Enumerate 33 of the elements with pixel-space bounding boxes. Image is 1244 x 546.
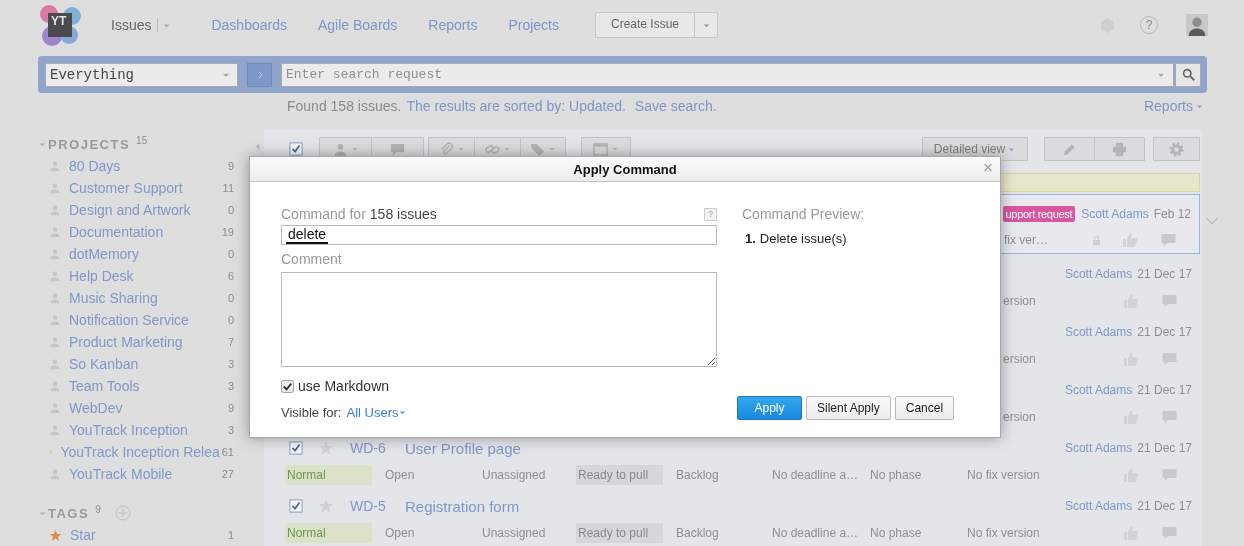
issue-date: Feb 12 bbox=[1153, 207, 1191, 221]
issue-count: 61 bbox=[220, 446, 234, 458]
field-label: Visible for: bbox=[281, 404, 342, 420]
issue-count: 0 bbox=[226, 248, 234, 260]
issue-date: 21 Dec 17 bbox=[1137, 441, 1192, 455]
list-number: 1. bbox=[745, 231, 756, 246]
issue-date: 21 Dec 17 bbox=[1137, 325, 1192, 339]
preview-item: Delete issue(s) bbox=[759, 231, 847, 246]
issue-count: 0 bbox=[226, 204, 234, 216]
dialog-title: Apply Command bbox=[573, 161, 677, 177]
issue-count: 158 issues bbox=[369, 206, 437, 222]
section-count: 15 bbox=[136, 135, 148, 146]
result-count: Found 158 issues. bbox=[287, 98, 402, 114]
issue-count: 19 bbox=[220, 226, 234, 238]
issue-count: 0 bbox=[226, 292, 234, 304]
section-count: 9 bbox=[95, 504, 101, 515]
issue-count: 11 bbox=[221, 182, 234, 194]
issue-count: 3 bbox=[226, 358, 234, 370]
preview-title: Command Preview: bbox=[742, 206, 866, 222]
issue-count: 1 bbox=[226, 529, 234, 541]
issue-count: 6 bbox=[226, 270, 234, 282]
field-label: Comment bbox=[281, 251, 343, 267]
field-label: Command for bbox=[281, 206, 366, 222]
issue-date: 21 Dec 17 bbox=[1137, 267, 1192, 281]
issue-count: 7 bbox=[226, 336, 234, 348]
issue-count: 3 bbox=[226, 380, 234, 392]
issue-count: 27 bbox=[220, 468, 234, 480]
issue-count: 9 bbox=[226, 160, 234, 172]
issue-count: 3 bbox=[226, 424, 234, 436]
issue-date: 21 Dec 17 bbox=[1137, 383, 1192, 397]
issue-date: 21 Dec 17 bbox=[1137, 499, 1192, 513]
issue-count: 0 bbox=[226, 314, 234, 326]
issue-count: 9 bbox=[226, 402, 234, 414]
